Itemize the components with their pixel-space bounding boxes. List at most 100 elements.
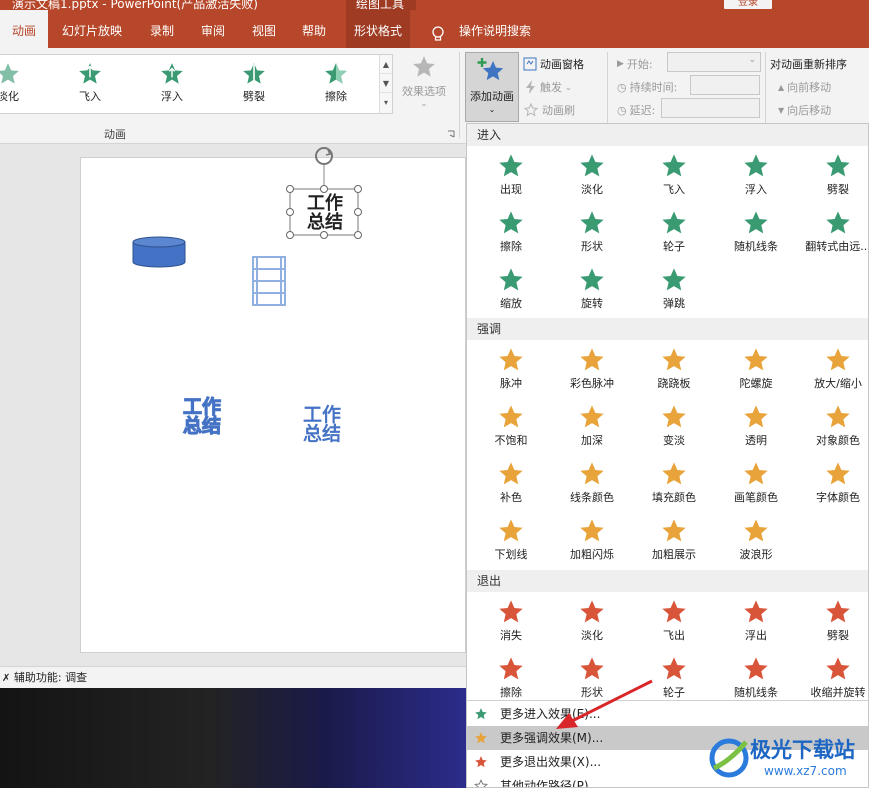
- gallery-item-wipe[interactable]: 擦除: [306, 59, 366, 111]
- textbox-work-summary-outline[interactable]: 工作 总结: [180, 397, 224, 436]
- emphasis-effect[interactable]: 加深: [551, 401, 633, 457]
- tab-animation[interactable]: 动画: [0, 10, 49, 48]
- animation-pane-button[interactable]: 动画窗格: [523, 56, 584, 72]
- emphasis-effect[interactable]: 不饱和: [470, 401, 552, 457]
- cylinder-shape[interactable]: [132, 236, 186, 268]
- emphasis-effect[interactable]: 对象颜色: [797, 401, 868, 457]
- gallery-more-icon[interactable]: ▾: [380, 93, 392, 112]
- entrance-effect[interactable]: 劈裂: [797, 150, 868, 206]
- gallery-item-float-in[interactable]: 浮入: [142, 59, 202, 111]
- entrance-effect[interactable]: 随机线条: [715, 207, 797, 263]
- emphasis-star-icon: [499, 519, 523, 542]
- duration-label: 持续时间:: [629, 81, 678, 94]
- more-exit-label: 更多退出效果(X)...: [500, 755, 602, 769]
- accessibility-status[interactable]: 辅助功能: 调查: [14, 671, 87, 684]
- scroll-down-icon[interactable]: ▼: [380, 74, 392, 93]
- emphasis-effect[interactable]: 跷跷板: [633, 344, 715, 400]
- animation-painter-icon: [523, 103, 539, 117]
- tab-slideshow[interactable]: 幻灯片放映: [62, 10, 122, 48]
- entrance-effect[interactable]: 擦除: [470, 207, 552, 263]
- exit-star-icon: [662, 657, 686, 680]
- emphasis-effect[interactable]: 画笔颜色: [715, 458, 797, 514]
- rotate-handle-icon[interactable]: [315, 147, 333, 165]
- emphasis-effect[interactable]: 陀螺旋: [715, 344, 797, 400]
- gallery-item-fade[interactable]: 淡化: [0, 59, 38, 111]
- tab-shape-format[interactable]: 形状格式: [346, 10, 411, 48]
- gallery-item-split[interactable]: 劈裂: [224, 59, 284, 111]
- effect-options-icon: [413, 56, 435, 77]
- exit-star-icon: [499, 600, 523, 623]
- tab-record[interactable]: 录制: [150, 10, 174, 48]
- dialog-launcher-icon[interactable]: [447, 130, 455, 138]
- entrance-effect[interactable]: 旋转: [551, 264, 633, 320]
- delay-clock-icon: ◷: [617, 103, 627, 117]
- emphasis-star-icon: [662, 348, 686, 371]
- duration-input[interactable]: [690, 75, 760, 95]
- entrance-effect-label: 翻转式由远...: [805, 240, 869, 253]
- entrance-effect[interactable]: 形状: [551, 207, 633, 263]
- emphasis-star-icon: [499, 405, 523, 428]
- entrance-effect-label: 轮子: [663, 240, 685, 253]
- login-button[interactable]: 登录: [724, 0, 772, 9]
- textbox-work-summary-selected[interactable]: 工作 总结: [303, 194, 347, 232]
- tab-help[interactable]: 帮助: [302, 10, 326, 48]
- delay-input[interactable]: [661, 98, 760, 118]
- exit-effect[interactable]: 淡化: [551, 596, 633, 652]
- gallery-label: 淡化: [0, 90, 19, 103]
- emphasis-effect-label: 彩色脉冲: [570, 377, 614, 390]
- chevron-down-icon: ⌄: [565, 82, 572, 92]
- emphasis-effect[interactable]: 变淡: [633, 401, 715, 457]
- entrance-effect[interactable]: 轮子: [633, 207, 715, 263]
- entrance-effect[interactable]: 浮入: [715, 150, 797, 206]
- emphasis-effect[interactable]: 加粗闪烁: [551, 515, 633, 571]
- entrance-effect[interactable]: 淡化: [551, 150, 633, 206]
- scroll-up-icon[interactable]: ▲: [380, 55, 392, 74]
- entrance-effect[interactable]: 飞入: [633, 150, 715, 206]
- more-entrance-effects[interactable]: 更多进入效果(E)...: [467, 702, 868, 726]
- add-animation-button[interactable]: 添加动画 ⌄: [465, 52, 519, 122]
- emphasis-effect[interactable]: 字体颜色: [797, 458, 868, 514]
- emphasis-effect[interactable]: 补色: [470, 458, 552, 514]
- emphasis-effect-label: 画笔颜色: [734, 491, 778, 504]
- emphasis-effect[interactable]: 透明: [715, 401, 797, 457]
- entrance-effect[interactable]: 翻转式由远...: [797, 207, 869, 263]
- entrance-star-icon: [499, 211, 523, 234]
- emphasis-star-icon: [580, 348, 604, 371]
- context-title: 绘图工具: [356, 0, 405, 10]
- entrance-effect[interactable]: 出现: [470, 150, 552, 206]
- emphasis-effect[interactable]: 下划线: [470, 515, 552, 571]
- duration-label-row: ◷ 持续时间:: [617, 79, 677, 95]
- tell-me-search[interactable]: 操作说明搜索: [459, 10, 531, 48]
- gallery-scrollbar[interactable]: ▲ ▼ ▾: [379, 55, 392, 113]
- ladder-shape[interactable]: [250, 254, 290, 308]
- emphasis-effect[interactable]: 脉冲: [470, 344, 552, 400]
- entrance-effect[interactable]: 弹跳: [633, 264, 715, 320]
- exit-star-icon: [826, 600, 850, 623]
- emphasis-effect[interactable]: 波浪形: [715, 515, 797, 571]
- start-select[interactable]: ⌄: [667, 52, 761, 72]
- site-logo-icon: [709, 738, 749, 778]
- add-animation-label: 添加动画: [470, 90, 514, 103]
- emphasis-effect[interactable]: 放大/缩小: [797, 344, 868, 400]
- textbox-work-summary-blue[interactable]: 工作 总结: [299, 406, 345, 444]
- exit-effect[interactable]: 劈裂: [797, 596, 868, 652]
- emphasis-star-icon: [826, 405, 850, 428]
- entrance-effect-label: 弹跳: [663, 297, 685, 310]
- annotation-arrow: [556, 679, 653, 729]
- animation-painter-label: 动画刷: [542, 104, 575, 117]
- emphasis-effect[interactable]: 彩色脉冲: [551, 344, 633, 400]
- emphasis-effect[interactable]: 加粗展示: [633, 515, 715, 571]
- tab-view[interactable]: 视图: [252, 10, 276, 48]
- exit-effect[interactable]: 飞出: [633, 596, 715, 652]
- gallery-item-fly-in[interactable]: 飞入: [60, 59, 120, 111]
- entrance-effect[interactable]: 缩放: [470, 264, 552, 320]
- exit-effect[interactable]: 消失: [470, 596, 552, 652]
- exit-effect[interactable]: 浮出: [715, 596, 797, 652]
- tab-review[interactable]: 审阅: [201, 10, 225, 48]
- effect-options-label: 效果选项: [402, 85, 446, 98]
- emphasis-effect[interactable]: 填充颜色: [633, 458, 715, 514]
- emphasis-effect[interactable]: 线条颜色: [551, 458, 633, 514]
- entrance-star-icon: [662, 268, 686, 291]
- slide-canvas[interactable]: 工作 总结 工作 总结 工作 总结: [80, 147, 466, 653]
- exit-star-icon: [475, 756, 487, 768]
